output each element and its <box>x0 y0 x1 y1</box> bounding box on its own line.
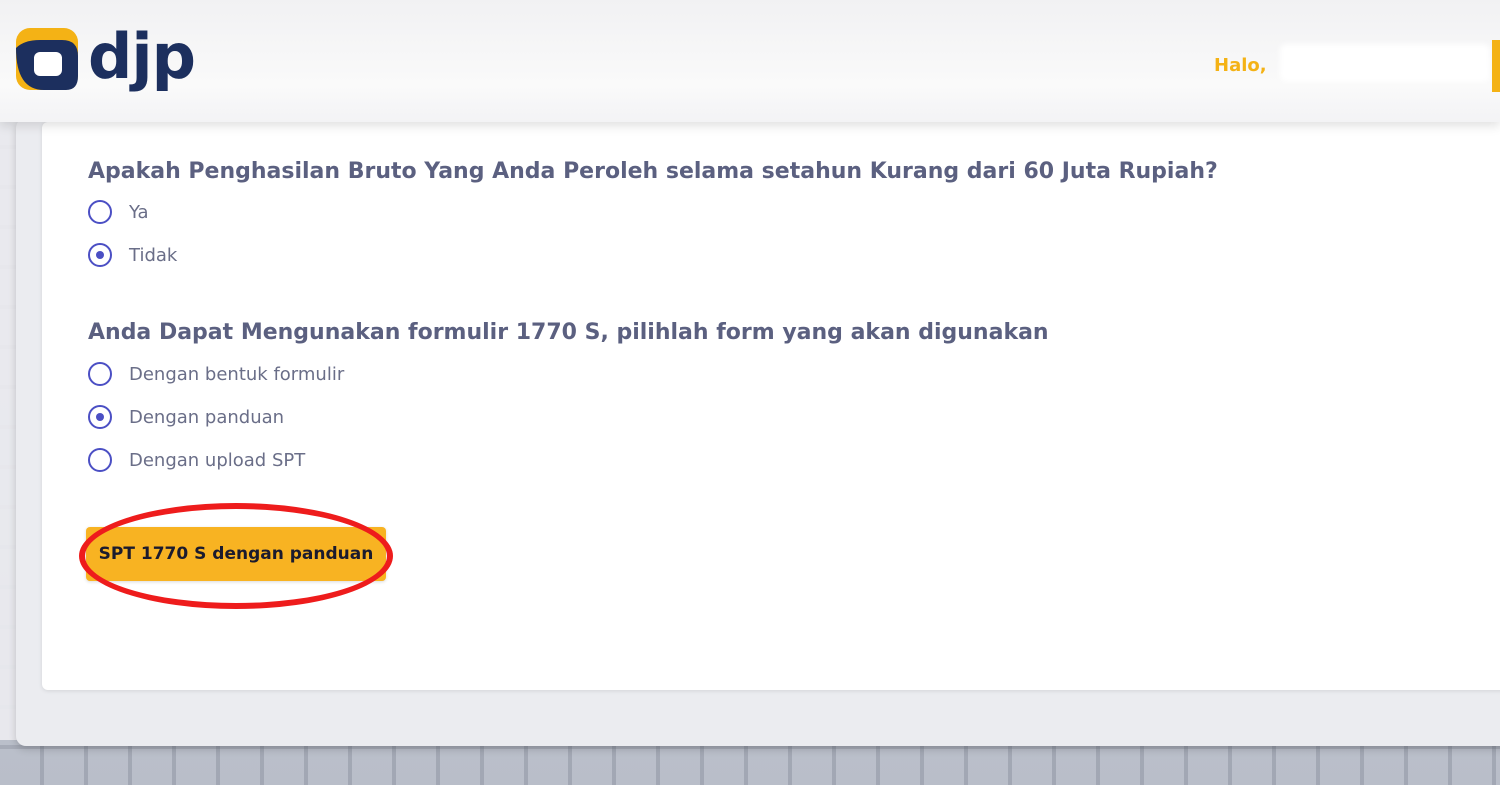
user-name-redacted <box>1280 44 1490 82</box>
djp-logo-icon <box>16 28 78 90</box>
radio-bentuk-formulir[interactable] <box>88 362 112 386</box>
option-label: Tidak <box>129 244 178 266</box>
question-income: Apakah Penghasilan Bruto Yang Anda Perol… <box>88 159 1218 184</box>
option-label: Dengan panduan <box>129 406 285 428</box>
radio-tidak[interactable] <box>88 243 112 267</box>
greeting-text: Halo, <box>1214 55 1267 76</box>
radio-upload-spt[interactable] <box>88 448 112 472</box>
djp-logo[interactable]: djp <box>14 20 196 96</box>
logo-text: djp <box>88 20 196 93</box>
option-bentuk-formulir[interactable]: Dengan bentuk formulir <box>88 361 344 387</box>
option-upload-spt[interactable]: Dengan upload SPT <box>88 447 305 473</box>
option-label: Dengan bentuk formulir <box>129 363 345 385</box>
top-header: djp Halo, <box>0 0 1500 122</box>
question-form-type: Anda Dapat Mengunakan formulir 1770 S, p… <box>88 320 1049 345</box>
option-label: Dengan upload SPT <box>129 449 306 471</box>
option-ya[interactable]: Ya <box>88 199 149 225</box>
spt-1770s-panduan-button[interactable]: SPT 1770 S dengan panduan <box>86 527 386 581</box>
radio-ya[interactable] <box>88 200 112 224</box>
header-edge-accent <box>1492 40 1500 92</box>
option-panduan[interactable]: Dengan panduan <box>88 404 284 430</box>
radio-panduan[interactable] <box>88 405 112 429</box>
option-tidak[interactable]: Tidak <box>88 242 177 268</box>
option-label: Ya <box>129 201 149 223</box>
